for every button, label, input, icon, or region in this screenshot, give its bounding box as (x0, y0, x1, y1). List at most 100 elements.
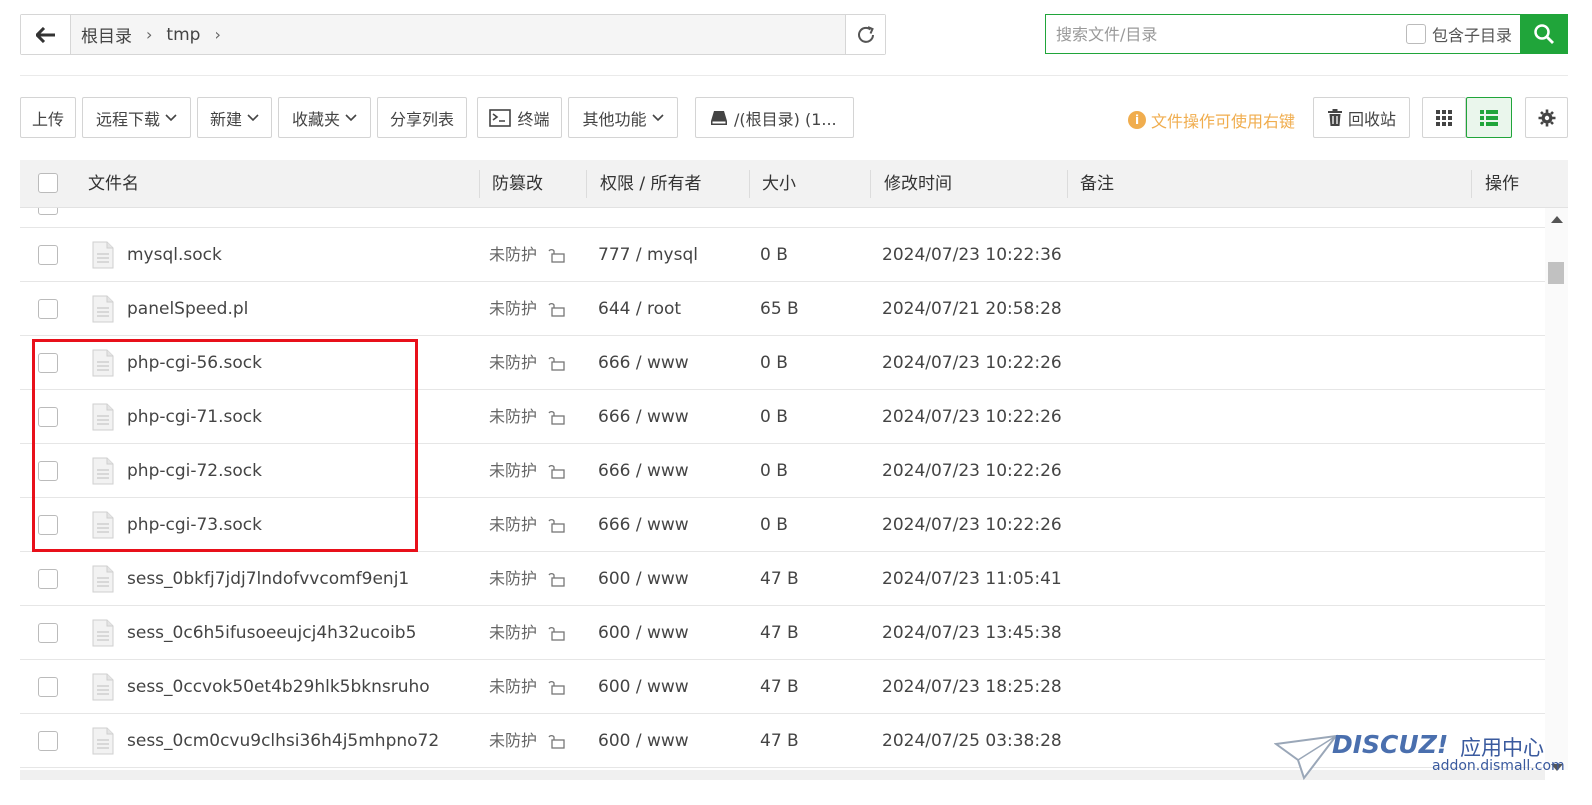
modified-time: 2024/07/23 10:22:26 (882, 515, 1062, 535)
chevron-down-icon (165, 113, 177, 121)
col-filename[interactable]: 文件名 (88, 160, 139, 208)
unlock-icon[interactable] (548, 679, 566, 695)
chevron-right-icon: › (214, 25, 221, 44)
file-name[interactable]: sess_0bkfj7jdj7lndofvvcomf9enj1 (127, 552, 409, 606)
arrow-left-icon (35, 26, 55, 43)
list-view-button[interactable] (1466, 97, 1512, 138)
perm-owner[interactable]: 600 / www (598, 714, 689, 768)
table-row[interactable]: sess_0c6h5ifusoeeujcj4h32ucoib5 未防护 600 / … (20, 606, 1545, 660)
perm-owner[interactable]: 600 / www (598, 552, 689, 606)
modified-time: 2024/07/25 03:38:28 (882, 731, 1062, 751)
favorites-button[interactable]: 收藏夹 (278, 97, 371, 138)
col-divider (479, 170, 480, 198)
file-size: 65 B (760, 299, 799, 319)
watermark-url: addon.dismall.com (1432, 758, 1565, 774)
file-size: 0 B (760, 515, 788, 535)
paper-plane-icon (1274, 734, 1338, 781)
settings-button[interactable] (1525, 97, 1568, 138)
protect-status: 未防护 (489, 731, 538, 750)
unlock-icon[interactable] (548, 463, 566, 479)
protect-status: 未防护 (489, 515, 538, 534)
grid-view-button[interactable] (1422, 97, 1466, 138)
chevron-right-icon: › (146, 25, 153, 44)
refresh-button[interactable] (845, 15, 885, 54)
file-name[interactable]: sess_0c6h5ifusoeeujcj4h32ucoib5 (127, 606, 416, 660)
unlock-icon[interactable] (548, 733, 566, 749)
perm-owner[interactable]: 666 / www (598, 390, 689, 444)
col-mtime[interactable]: 修改时间 (884, 160, 952, 208)
perm-owner[interactable]: 666 / www (598, 336, 689, 390)
remote-download-button[interactable]: 远程下载 (82, 97, 191, 138)
perm-owner[interactable]: 644 / root (598, 282, 681, 336)
chevron-down-icon (651, 113, 664, 121)
protect-status: 未防护 (489, 623, 538, 642)
share-list-button[interactable]: 分享列表 (377, 97, 467, 138)
vertical-scrollbar[interactable] (1545, 208, 1568, 771)
back-button[interactable] (21, 15, 71, 54)
recycle-bin-button[interactable]: 回收站 (1313, 97, 1410, 138)
unlock-icon[interactable] (548, 517, 566, 533)
include-subdir-label: 包含子目录 (1431, 26, 1512, 45)
include-subdir-checkbox[interactable] (1405, 24, 1426, 44)
protect-status: 未防护 (489, 353, 538, 372)
modified-time: 2024/07/23 11:05:41 (882, 569, 1062, 589)
row-checkbox[interactable] (38, 623, 58, 643)
col-divider (1471, 170, 1472, 198)
col-remark: 备注 (1080, 174, 1114, 194)
search-input[interactable] (1046, 15, 1406, 53)
disk-icon (711, 110, 727, 125)
unlock-icon[interactable] (548, 355, 566, 371)
modified-time: 2024/07/21 20:58:28 (882, 299, 1062, 319)
include-subdir-toggle[interactable]: 包含子目录 (1405, 22, 1512, 46)
file-size: 47 B (760, 569, 799, 589)
search-box: 包含子目录 (1045, 14, 1568, 54)
other-functions-button[interactable]: 其他功能 (568, 97, 678, 138)
modified-time: 2024/07/23 10:22:36 (882, 245, 1062, 265)
unlock-icon[interactable] (548, 409, 566, 425)
search-button[interactable] (1520, 14, 1568, 54)
watermark: DISCUZ! 应用中心 addon.dismall.com (1270, 728, 1570, 803)
table-row[interactable]: sess_0bkfj7jdj7lndofvvcomf9enj1 未防护 600 / … (20, 552, 1545, 606)
perm-owner[interactable]: 777 / mysql (598, 228, 698, 282)
terminal-button[interactable]: 终端 (477, 97, 562, 138)
file-icon (92, 565, 114, 593)
row-checkbox[interactable] (38, 245, 58, 265)
unlock-icon[interactable] (548, 247, 566, 263)
file-name[interactable]: sess_0ccvok50et4b29hlk5bknsruho (127, 660, 430, 714)
file-name[interactable]: mysql.sock (127, 228, 222, 282)
table-row[interactable]: sess_0ccvok50et4b29hlk5bknsruho 未防护 600 / … (20, 660, 1545, 714)
chevron-down-icon (247, 113, 259, 121)
row-checkbox[interactable] (38, 677, 58, 697)
row-checkbox[interactable] (38, 569, 58, 589)
new-button[interactable]: 新建 (197, 97, 272, 138)
protect-status: 未防护 (489, 299, 538, 318)
table-row[interactable]: mysql.sock 未防护 777 / mysql 0 B 2024/07/23 10… (20, 228, 1545, 282)
refresh-icon (857, 25, 874, 43)
row-checkbox[interactable] (38, 731, 58, 751)
breadcrumb-root[interactable]: 根目录 (81, 22, 132, 47)
unlock-icon[interactable] (548, 625, 566, 641)
perm-owner[interactable]: 600 / www (598, 606, 689, 660)
perm-owner[interactable]: 666 / www (598, 444, 689, 498)
col-divider (870, 170, 871, 198)
perm-owner[interactable]: 600 / www (598, 660, 689, 714)
row-checkbox[interactable] (38, 299, 58, 319)
perm-owner[interactable]: 666 / www (598, 498, 689, 552)
unlock-icon[interactable] (548, 571, 566, 587)
file-size: 47 B (760, 731, 799, 751)
upload-button[interactable]: 上传 (20, 97, 76, 138)
breadcrumb-tmp[interactable]: tmp (166, 25, 200, 45)
file-name[interactable]: sess_0cm0cvu9clhsi36h4j5mhpno72 (127, 714, 439, 768)
scroll-up-icon[interactable] (1551, 216, 1563, 223)
col-size[interactable]: 大小 (762, 160, 796, 208)
modified-time: 2024/07/23 10:22:26 (882, 353, 1062, 373)
file-name[interactable]: panelSpeed.pl (127, 282, 248, 336)
col-divider (1067, 170, 1068, 198)
col-tamper: 防篡改 (492, 174, 543, 194)
file-size: 0 B (760, 407, 788, 427)
disk-button[interactable]: /(根目录) (1... (695, 97, 854, 138)
select-all-checkbox[interactable] (38, 173, 58, 193)
scroll-thumb[interactable] (1548, 262, 1564, 284)
table-row[interactable]: panelSpeed.pl 未防护 644 / root 65 B 2024/07/21… (20, 282, 1545, 336)
unlock-icon[interactable] (548, 301, 566, 317)
